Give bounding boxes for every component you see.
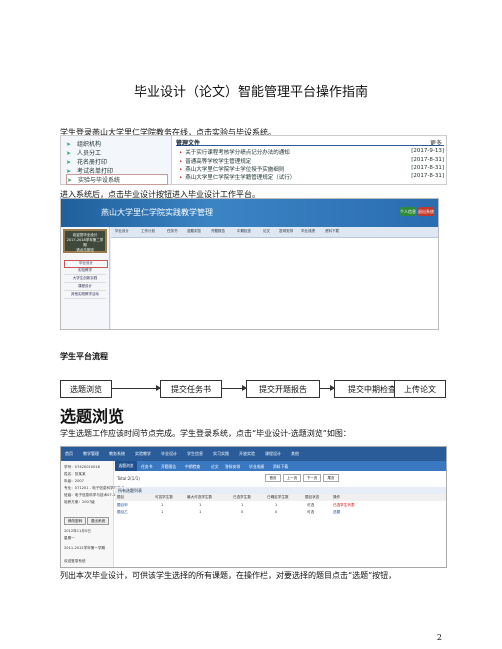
list-paragraph: 列出本次毕业设计，可供该学生选择的所有课题，在操作栏，对要选择的题目点击“选题”…: [60, 571, 397, 580]
platform-banner: 燕山大学里仁学院实践教学管理 个人信息 退出系统: [61, 199, 438, 227]
nav-item[interactable]: 毕业设计: [115, 229, 129, 234]
doc-row[interactable]: • 燕山大学里仁学院学生学籍管理规定（试行） [2017-8-31]: [179, 173, 444, 181]
arrow-icon: ➤: [67, 177, 73, 184]
nav-item[interactable]: 工作计划: [141, 229, 155, 234]
selected-students-link[interactable]: 已选学生列表: [333, 503, 355, 508]
tab[interactable]: 论文: [211, 464, 219, 470]
tab[interactable]: 答辩安排: [225, 464, 240, 470]
sidebar-item[interactable]: 大学生创新实践: [64, 276, 106, 283]
doc-row[interactable]: • 燕山大学里仁学院学士学位授予实施细则 [2017-8-31]: [179, 165, 444, 173]
flow-step-browse: 选题浏览: [60, 380, 112, 398]
topnav-item[interactable]: 实验教学: [135, 451, 151, 457]
tab[interactable]: 中期检查: [185, 464, 200, 470]
nav-item[interactable]: 资料下载: [325, 229, 339, 234]
topnav-item[interactable]: 课程设计: [265, 451, 281, 457]
platform-main: 毕业设计 工作计划 任务书 选题浏览 开题报告 中期检查 论文 答辩安排 毕业成…: [111, 227, 438, 329]
flow-step-upload: 上传论文: [394, 380, 446, 398]
topic-panel: 选题浏览 任务书 开题报告 中期检查 论文 答辩安排 毕业成绩 资料下载 Tot…: [115, 461, 446, 567]
nav-item[interactable]: 中期检查: [237, 229, 251, 234]
platform-screenshot: 燕山大学里仁学院实践教学管理 个人信息 退出系统 欢迎您毕业设计 2017-20…: [60, 198, 439, 330]
docs-panel: 管理文件 更多 • 关于实行课程考核学分绩点记分办法的通知 [2017-9-13] …: [173, 136, 446, 184]
flow-heading: 学生平台流程: [60, 352, 108, 361]
flow-step-task: 提交任务书: [160, 380, 222, 398]
doc-row[interactable]: • 关于实行课程考核学分绩点记分办法的通知 [2017-9-13]: [179, 148, 444, 156]
pager-last[interactable]: 尾页: [323, 474, 339, 482]
sidebar-item[interactable]: 实验教学: [64, 268, 106, 275]
topnav-item[interactable]: 其他: [291, 451, 299, 457]
pager-prev[interactable]: 上一页: [283, 474, 301, 482]
pager-next[interactable]: 下一页: [303, 474, 321, 482]
system-topnav: 首页 教学管理 教务系统 实验教学 毕业设计 学生信息 实习实践 开放实验 课程…: [61, 447, 446, 461]
doc-row[interactable]: • 普通高等学校学生管理规定 [2017-8-31]: [179, 157, 444, 165]
topnav-item[interactable]: 学生信息: [187, 451, 203, 457]
section-heading: 选题浏览: [60, 407, 125, 426]
arrow-icon: ➤: [66, 150, 72, 157]
topnav-item[interactable]: 毕业设计: [161, 451, 177, 457]
select-topic-link[interactable]: 选题: [333, 510, 340, 515]
sidebar-item-thesis[interactable]: 毕业设计: [64, 260, 108, 268]
arrow-icon: ➤: [66, 159, 72, 166]
tab[interactable]: 资料下载: [273, 464, 288, 470]
total-count: Total:2(1/1): [117, 476, 140, 481]
tab[interactable]: 毕业成绩: [249, 464, 264, 470]
nav-item[interactable]: 选题浏览: [187, 229, 201, 234]
document-title: 毕业设计（论文）智能管理平台操作指南: [133, 85, 368, 100]
welcome-board: 欢迎您毕业设计 2017-2018学年第二学期 请点击按钮: [63, 229, 107, 253]
portal-menu: ➤ 组织机构 ➤ 人员分工 ➤ 花名册打印 ➤ 考试名单打印 ➤ 实验与毕设系统: [61, 136, 172, 185]
menu-item[interactable]: ➤ 组织机构: [66, 139, 166, 148]
list-title: 所有选题列表: [115, 487, 446, 494]
topic-browse-screenshot: 首页 教学管理 教务系统 实验教学 毕业设计 学生信息 实习实践 开放实验 课程…: [60, 446, 447, 568]
thesis-tabs: 选题浏览 任务书 开题报告 中期检查 论文 答辩安排 毕业成绩 资料下载: [115, 461, 446, 471]
bullet-icon: •: [179, 150, 183, 156]
more-link[interactable]: 更多: [430, 138, 442, 147]
nav-item[interactable]: 论文: [263, 229, 270, 234]
topnav-item[interactable]: 开放实验: [239, 451, 255, 457]
banner-title: 燕山大学里仁学院实践教学管理: [101, 208, 213, 217]
topnav-item[interactable]: 首页: [65, 451, 73, 457]
flow-arrow: [222, 385, 247, 391]
student-info-panel: 学号：07420010016 姓名：张某某 年级：2007 专业：071201 …: [61, 461, 124, 567]
table-header: 题目 可容学生数 最大可选学生数 已选学生数 已确定学生数 题目状态 操作: [115, 494, 446, 501]
sidebar-item[interactable]: 其他实践教学活动: [64, 292, 106, 299]
browse-paragraph: 学生选题工作应该时间节点完成。学生登录系统，点击“毕业设计-选题浏览”如图：: [60, 429, 351, 438]
docs-header: 管理文件 更多: [176, 138, 444, 147]
flow-step-proposal: 提交开题报告: [246, 380, 320, 398]
sidebar-item[interactable]: 课程设计: [64, 284, 106, 291]
menu-item-lab-thesis-system[interactable]: ➤ 实验与毕设系统: [66, 174, 168, 185]
pager-first[interactable]: 首页: [265, 474, 281, 482]
nav-item[interactable]: 开题报告: [211, 229, 225, 234]
nav-item[interactable]: 毕业成绩: [301, 229, 315, 234]
flow-arrow: [320, 385, 335, 391]
tab[interactable]: 任务书: [141, 464, 152, 470]
portal-screenshot: ➤ 组织机构 ➤ 人员分工 ➤ 花名册打印 ➤ 考试名单打印 ➤ 实验与毕设系统 管理文件…: [60, 135, 447, 185]
topnav-item[interactable]: 实习实践: [213, 451, 229, 457]
platform-nav: 毕业设计 工作计划 任务书 选题浏览 开题报告 中期检查 论文 答辩安排 毕业成…: [111, 227, 438, 238]
flow-arrow: [112, 385, 161, 391]
page-number: 2: [436, 633, 442, 642]
docs-header-title: 管理文件: [176, 140, 201, 147]
change-password-button[interactable]: 修改密码: [64, 517, 86, 525]
tab-topic-browse[interactable]: 选题浏览: [115, 461, 137, 471]
logout-button[interactable]: 退出系统: [418, 207, 434, 216]
menu-item[interactable]: ➤ 花名册打印: [66, 157, 166, 166]
exit-button[interactable]: 退出系统: [87, 517, 109, 525]
nav-item[interactable]: 任务书: [167, 229, 178, 234]
topnav-item[interactable]: 教学管理: [83, 451, 99, 457]
menu-item[interactable]: ➤ 人员分工: [66, 148, 166, 157]
profile-button[interactable]: 个人信息: [400, 207, 416, 216]
arrow-icon: ➤: [66, 141, 72, 148]
bullet-icon: •: [179, 175, 183, 181]
tab[interactable]: 开题报告: [161, 464, 176, 470]
nav-item[interactable]: 答辩安排: [279, 229, 293, 234]
topnav-item[interactable]: 教务系统: [109, 451, 125, 457]
platform-sidebar: 欢迎您毕业设计 2017-2018学年第二学期 请点击按钮 毕业设计 实验教学 …: [61, 227, 110, 329]
